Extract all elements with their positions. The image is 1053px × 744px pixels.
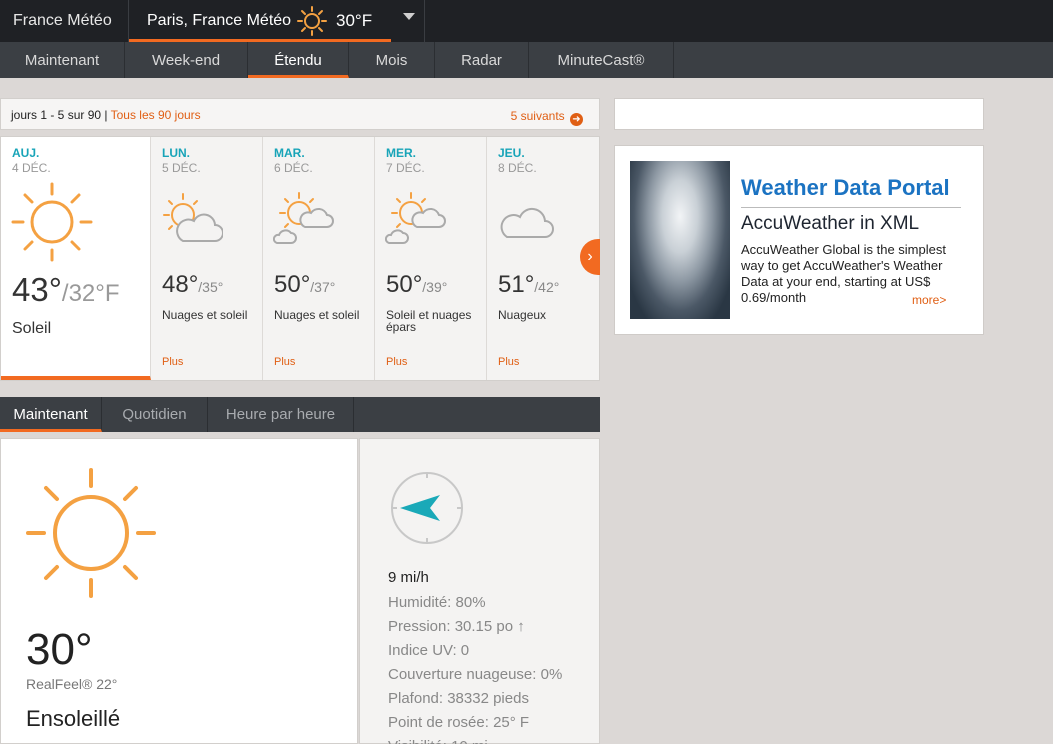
current-tabs: Maintenant Quotidien Heure par heure bbox=[0, 397, 600, 432]
current-conditions: 30° RealFeel® 22° Ensoleillé bbox=[0, 438, 358, 744]
day-card[interactable]: MAR. 6 DÉC. 50°/37° Nuages et soleil Plu… bbox=[263, 137, 375, 380]
days-header: jours 1 - 5 sur 90 | Tous les 90 jours 5… bbox=[0, 98, 600, 130]
details-list: Humidité: 80% Pression: 30.15 po ↑ Indic… bbox=[388, 591, 562, 744]
day-phrase: Nuages et soleil bbox=[274, 308, 360, 322]
tab-maintenant-current[interactable]: Maintenant bbox=[0, 397, 102, 432]
tab-minutecast[interactable]: MinuteCast® bbox=[529, 42, 674, 78]
day-temperature: 50°/37° bbox=[274, 271, 335, 299]
ad-more-link[interactable]: more> bbox=[912, 293, 946, 307]
tab-radar[interactable]: Radar bbox=[435, 42, 529, 78]
low-temp: /35° bbox=[198, 279, 224, 295]
day-temperature: 51°/42° bbox=[498, 271, 559, 299]
daily-forecast-strip: AUJ. 4 DÉC. 43°/32°F Soleil LUN. 5 DÉC. bbox=[0, 136, 600, 381]
low-temp: /37° bbox=[310, 279, 336, 295]
day-date: 4 DÉC. bbox=[12, 161, 51, 175]
day-phrase: Nuageux bbox=[498, 308, 547, 322]
main-nav: Maintenant Week-end Étendu Mois Radar Mi… bbox=[0, 42, 1053, 78]
uv-index: Indice UV: 0 bbox=[388, 642, 470, 659]
cloud-cover: Couverture nuageuse: 0% bbox=[388, 666, 563, 683]
tab-etendu[interactable]: Étendu bbox=[248, 42, 349, 78]
sun-clouds-icon bbox=[385, 192, 446, 244]
sun-icon bbox=[26, 468, 156, 598]
chevron-right-icon: › bbox=[587, 248, 593, 265]
day-temperature: 48°/35° bbox=[162, 271, 223, 299]
tab-mois[interactable]: Mois bbox=[349, 42, 435, 78]
all-days-link[interactable]: Tous les 90 jours bbox=[111, 108, 201, 122]
ceiling: Plafond: 38332 pieds bbox=[388, 690, 529, 707]
visibility: Visibilité: 10 mi bbox=[388, 735, 562, 744]
high-temp: 50° bbox=[386, 271, 423, 298]
more-link[interactable]: Plus bbox=[386, 356, 407, 368]
humidity: Humidité: 80% bbox=[388, 594, 486, 611]
location-tab[interactable]: Paris, France Météo 30°F bbox=[129, 0, 391, 42]
next-days-link[interactable]: 5 suivants ➜ bbox=[511, 109, 583, 126]
day-name: MAR. bbox=[274, 146, 305, 160]
location-name: Paris, France Météo bbox=[147, 12, 292, 29]
next-days-label: 5 suivants bbox=[510, 109, 565, 123]
current-temperature: 30° bbox=[26, 625, 93, 674]
chevron-down-icon bbox=[403, 13, 415, 20]
more-link[interactable]: Plus bbox=[162, 356, 183, 368]
day-name: LUN. bbox=[162, 146, 190, 160]
day-date: 7 DÉC. bbox=[386, 161, 425, 175]
top-bar: France Météo Paris, France Météo 30°F bbox=[0, 0, 1053, 42]
arrow-right-icon: ➜ bbox=[570, 113, 583, 126]
sun-icon bbox=[297, 6, 327, 36]
satellite-image bbox=[630, 161, 730, 319]
day-name: MER. bbox=[386, 146, 416, 160]
ad-divider bbox=[741, 207, 961, 208]
day-date: 6 DÉC. bbox=[274, 161, 313, 175]
low-temp: /39° bbox=[422, 279, 448, 295]
search-input[interactable] bbox=[614, 98, 984, 130]
day-temperature: 50°/39° bbox=[386, 271, 447, 299]
tab-heure-par-heure[interactable]: Heure par heure bbox=[208, 397, 354, 432]
high-temp: 43° bbox=[12, 271, 62, 308]
day-name: AUJ. bbox=[12, 146, 40, 160]
wind-speed: 9 mi/h bbox=[388, 569, 429, 586]
location-dropdown-button[interactable] bbox=[391, 0, 425, 42]
day-card[interactable]: LUN. 5 DÉC. 48°/35° Nuages et soleil Plu… bbox=[151, 137, 263, 380]
pressure: Pression: 30.15 po ↑ bbox=[388, 618, 525, 635]
advertisement[interactable]: Weather Data Portal AccuWeather in XML A… bbox=[614, 145, 984, 335]
cloud-icon bbox=[500, 207, 554, 238]
day-date: 5 DÉC. bbox=[162, 161, 201, 175]
tab-quotidien[interactable]: Quotidien bbox=[102, 397, 208, 432]
day-card[interactable]: AUJ. 4 DÉC. 43°/32°F Soleil bbox=[1, 137, 151, 380]
day-phrase: Soleil et nuages épars bbox=[386, 308, 472, 334]
more-link[interactable]: Plus bbox=[274, 356, 295, 368]
ad-subtitle: AccuWeather in XML bbox=[741, 213, 920, 234]
realfeel: RealFeel® 22° bbox=[26, 676, 118, 692]
day-temperature: 43°/32°F bbox=[12, 271, 120, 309]
tab-week-end[interactable]: Week-end bbox=[125, 42, 248, 78]
day-phrase: Nuages et soleil bbox=[162, 308, 248, 322]
tab-maintenant[interactable]: Maintenant bbox=[0, 42, 125, 78]
days-range-label: jours 1 - 5 sur 90 | bbox=[11, 108, 108, 122]
current-details: 9 mi/h Humidité: 80% Pression: 30.15 po … bbox=[359, 438, 600, 744]
compass-icon bbox=[391, 472, 463, 544]
more-link[interactable]: Plus bbox=[498, 356, 519, 368]
sun-cloud-icon bbox=[163, 193, 223, 242]
high-temp: 48° bbox=[162, 271, 199, 298]
low-temp: /32°F bbox=[61, 280, 120, 307]
day-card[interactable]: MER. 7 DÉC. 50°/39° Soleil et nuages épa… bbox=[375, 137, 487, 380]
ad-title: Weather Data Portal bbox=[741, 175, 950, 200]
current-phrase: Ensoleillé bbox=[26, 706, 121, 731]
sun-icon bbox=[11, 182, 93, 262]
low-temp: /42° bbox=[534, 279, 560, 295]
sun-clouds-icon bbox=[273, 192, 334, 244]
high-temp: 50° bbox=[274, 271, 311, 298]
day-date: 8 DÉC. bbox=[498, 161, 537, 175]
site-title[interactable]: France Météo bbox=[0, 0, 129, 42]
high-temp: 51° bbox=[498, 271, 535, 298]
days-range: jours 1 - 5 sur 90 | Tous les 90 jours bbox=[11, 108, 201, 122]
header-temperature: 30°F bbox=[336, 11, 373, 30]
day-phrase: Soleil bbox=[12, 320, 52, 337]
dew-point: Point de rosée: 25° F bbox=[388, 714, 530, 731]
day-name: JEU. bbox=[498, 146, 525, 160]
